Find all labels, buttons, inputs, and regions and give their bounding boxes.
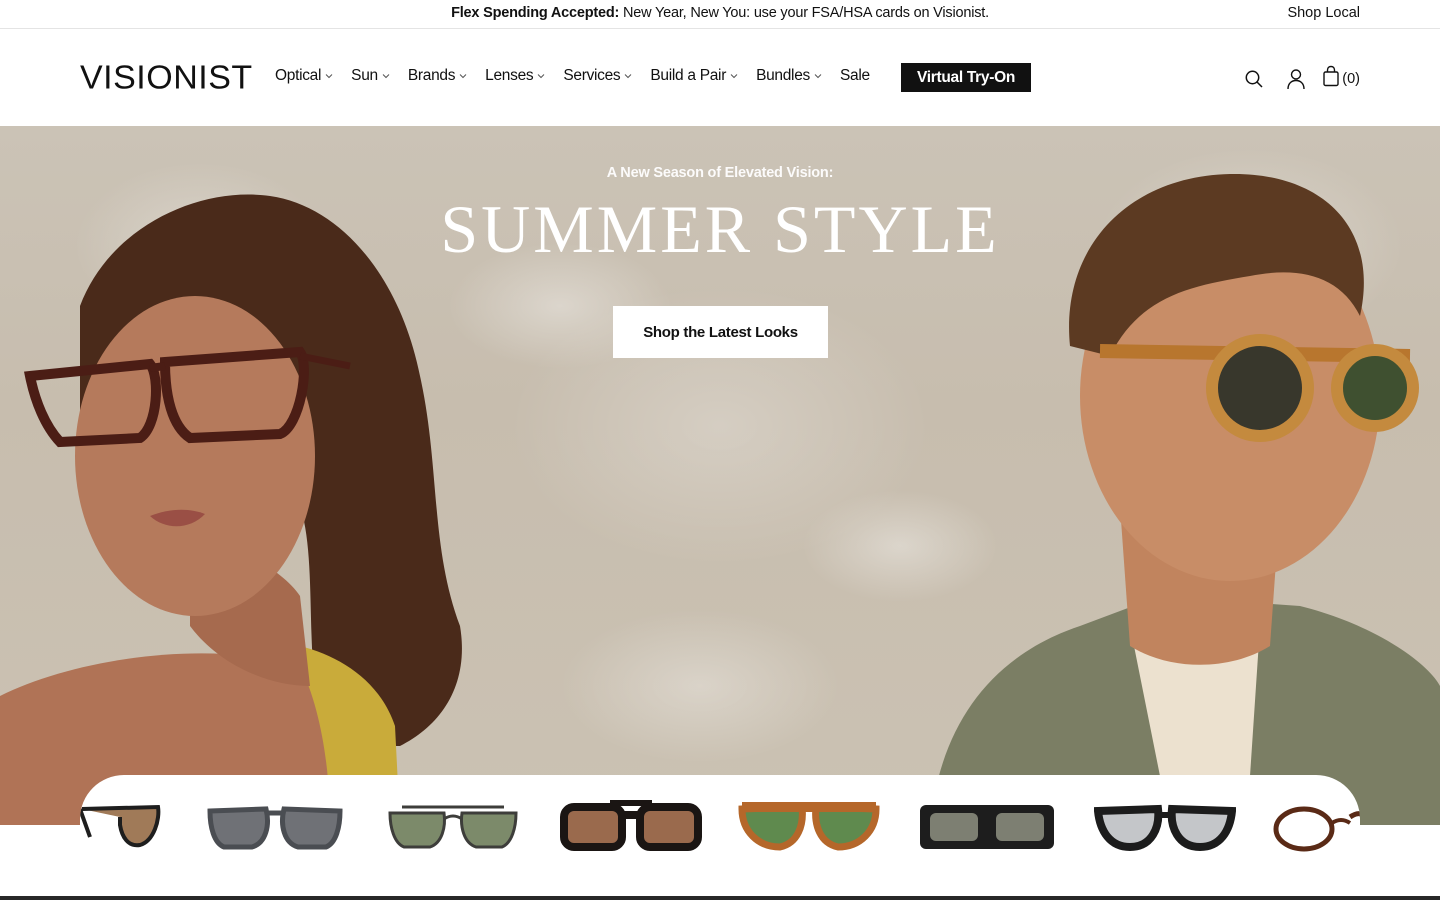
nav-item-services[interactable]: Services <box>563 67 632 85</box>
visionist-logo[interactable]: VISIONIST <box>80 60 253 98</box>
nav-item-build-a-pair[interactable]: Build a Pair <box>650 67 738 85</box>
hero-eyebrow: A New Season of Elevated Vision: <box>606 165 834 181</box>
chevron-down-icon <box>730 72 738 80</box>
hero-banner: A New Season of Elevated Vision: SUMMER … <box>0 126 1440 825</box>
header-actions: (0) <box>1224 65 1360 92</box>
hero-title: SUMMER STYLE <box>440 191 1000 267</box>
chevron-down-icon <box>537 72 545 80</box>
nav-item-lenses[interactable]: Lenses <box>485 67 545 85</box>
woman-face <box>75 296 315 616</box>
search-icon[interactable] <box>1242 67 1266 91</box>
product-thumbnail[interactable] <box>560 797 702 857</box>
nav-label: Bundles <box>756 67 810 84</box>
product-thumbnail[interactable] <box>738 797 880 857</box>
nav-label: Build a Pair <box>650 67 727 84</box>
nav-item-brands[interactable]: Brands <box>408 67 467 85</box>
nav-label: Sale <box>839 67 870 84</box>
announcement-text: New Year, New You: use your FSA/HSA card… <box>619 5 989 21</box>
chevron-down-icon <box>382 72 390 80</box>
product-thumbnail[interactable] <box>80 797 162 857</box>
product-strip <box>80 775 1360 900</box>
nav-item-bundles[interactable]: Bundles <box>756 67 822 85</box>
product-thumbnail[interactable] <box>916 797 1058 857</box>
announcement-bar: Flex Spending Accepted: New Year, New Yo… <box>0 0 1440 29</box>
chevron-down-icon <box>814 72 822 80</box>
chevron-down-icon <box>325 72 333 80</box>
product-thumbnail[interactable] <box>206 797 344 857</box>
product-thumbnail[interactable] <box>384 797 522 857</box>
shop-latest-looks-button[interactable]: Shop the Latest Looks <box>613 306 828 358</box>
page-bottom-divider <box>0 896 1440 900</box>
announcement-message[interactable]: Flex Spending Accepted: New Year, New Yo… <box>0 5 1440 21</box>
chevron-down-icon <box>624 72 632 80</box>
nav-item-optical[interactable]: Optical <box>275 67 333 85</box>
nav-item-sun[interactable]: Sun <box>351 67 390 85</box>
shop-local-link[interactable]: Shop Local <box>1287 5 1360 21</box>
cart-button[interactable]: (0) <box>1322 65 1360 92</box>
chevron-down-icon <box>459 72 467 80</box>
account-icon[interactable] <box>1284 67 1308 91</box>
main-nav: Optical Sun Brands Lenses Services Build… <box>275 67 900 85</box>
nav-label: Lenses <box>485 67 534 84</box>
site-header: VISIONIST Optical Sun Brands Lenses Serv… <box>0 29 1440 126</box>
nav-label: Optical <box>275 67 322 84</box>
product-thumbnail[interactable] <box>1094 797 1236 857</box>
nav-label: Services <box>563 67 621 84</box>
virtual-try-on-button[interactable]: Virtual Try-On <box>901 63 1031 92</box>
bag-icon <box>1322 65 1340 92</box>
nav-item-sale[interactable]: Sale <box>840 67 870 85</box>
nav-label: Brands <box>407 67 456 84</box>
nav-label: Sun <box>351 67 378 84</box>
product-thumbnail[interactable] <box>1272 797 1360 857</box>
announcement-bold: Flex Spending Accepted: <box>451 5 620 21</box>
cart-count: (0) <box>1342 70 1360 87</box>
